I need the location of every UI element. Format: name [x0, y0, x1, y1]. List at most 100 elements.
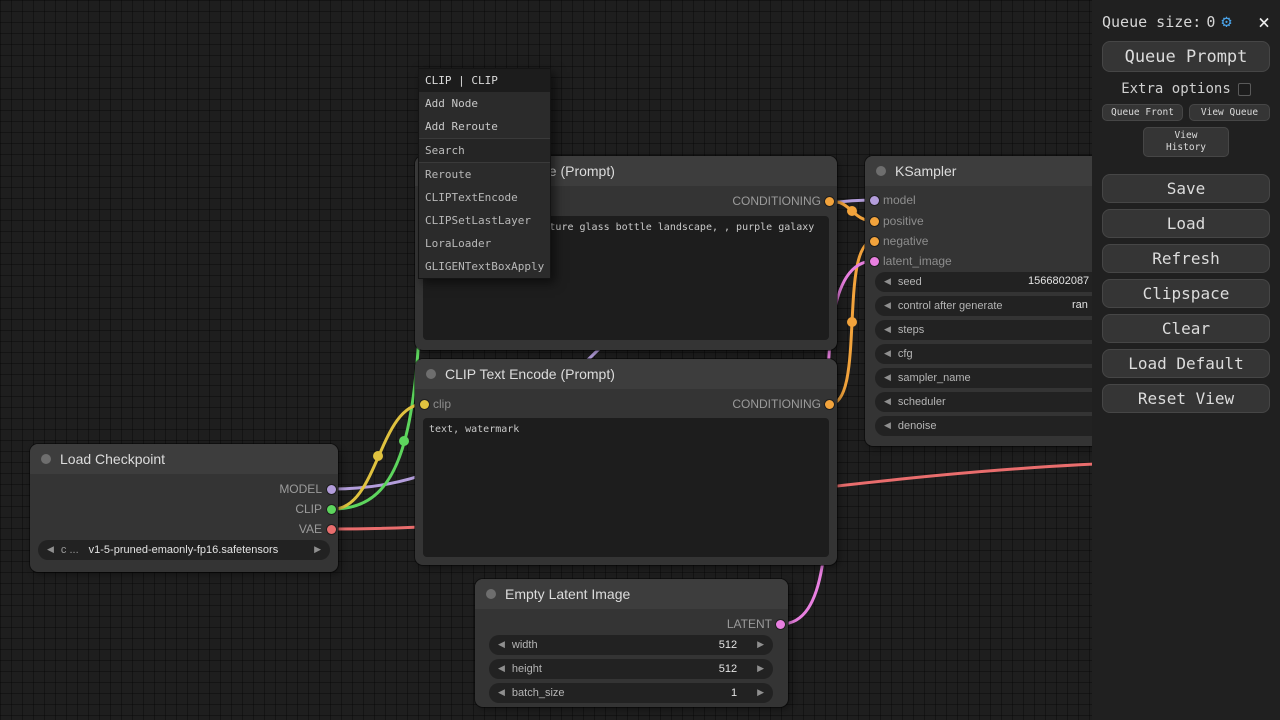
output-dot-conditioning[interactable]	[825, 197, 834, 206]
context-menu-add-reroute[interactable]: Add Reroute	[419, 115, 550, 138]
input-dot-clip[interactable]	[420, 400, 429, 409]
refresh-button[interactable]: Refresh	[1102, 244, 1270, 273]
node-title: KSampler	[895, 163, 956, 179]
extra-options-label: Extra options	[1121, 81, 1231, 97]
output-label-clip: CLIP	[295, 502, 322, 516]
widget-next-icon[interactable]: ▶	[757, 664, 764, 674]
output-dot-latent[interactable]	[776, 620, 785, 629]
node-title: Load Checkpoint	[60, 451, 165, 467]
context-menu: CLIP | CLIP Add Node Add Reroute Search …	[418, 68, 551, 279]
save-button[interactable]: Save	[1102, 174, 1270, 203]
node-load-checkpoint[interactable]: Load Checkpoint MODEL CLIP VAE ◀ c ... v…	[30, 444, 338, 572]
widget-prev-icon[interactable]: ◀	[884, 373, 891, 383]
widget-label: denoise	[898, 420, 937, 432]
input-label-positive: positive	[883, 214, 924, 228]
widget-prev-icon[interactable]: ◀	[498, 688, 505, 698]
input-dot-model[interactable]	[870, 196, 879, 205]
widget-label: width	[512, 639, 538, 651]
widget-value: ran	[1072, 299, 1088, 311]
load-button[interactable]: Load	[1102, 209, 1270, 238]
clear-button[interactable]: Clear	[1102, 314, 1270, 343]
input-dot-positive[interactable]	[870, 217, 879, 226]
output-dot-conditioning[interactable]	[825, 400, 834, 409]
output-dot-vae[interactable]	[327, 525, 336, 534]
output-label-conditioning: CONDITIONING	[732, 397, 821, 411]
extra-options-checkbox[interactable]	[1238, 83, 1251, 96]
node-status-dot	[486, 589, 496, 599]
widget-batch-size[interactable]: ◀ batch_size 1 ▶	[489, 683, 773, 703]
widget-prev-icon[interactable]: ◀	[498, 640, 505, 650]
output-label-conditioning: CONDITIONING	[732, 194, 821, 208]
view-queue-button[interactable]: View Queue	[1189, 104, 1270, 121]
context-menu-entry-cliptextencode[interactable]: CLIPTextEncode	[419, 186, 550, 209]
widget-prev-icon[interactable]: ◀	[884, 349, 891, 359]
context-menu-entry-clipsetlastlayer[interactable]: CLIPSetLastLayer	[419, 209, 550, 232]
clipspace-button[interactable]: Clipspace	[1102, 279, 1270, 308]
widget-prev-icon[interactable]: ◀	[884, 421, 891, 431]
input-label-model: model	[883, 193, 916, 207]
link-midpoint-dot[interactable]	[847, 317, 857, 327]
widget-value: 1566802087	[1028, 275, 1089, 287]
node-status-dot	[426, 369, 436, 379]
widget-next-icon[interactable]: ▶	[757, 688, 764, 698]
context-menu-search[interactable]: Search	[419, 138, 550, 163]
node-empty-latent-image[interactable]: Empty Latent Image LATENT ◀ width 512 ▶ …	[475, 579, 788, 707]
widget-next-icon[interactable]: ▶	[314, 545, 321, 555]
queue-prompt-button[interactable]: Queue Prompt	[1102, 41, 1270, 72]
widget-ckpt-name[interactable]: ◀ c ... v1-5-pruned-emaonly-fp16.safeten…	[38, 540, 330, 560]
view-history-button[interactable]: View History	[1143, 127, 1229, 157]
widget-label: c ...	[61, 544, 79, 556]
widget-label: batch_size	[512, 687, 565, 699]
link-clip-to-positive	[333, 205, 422, 509]
output-dot-clip[interactable]	[327, 505, 336, 514]
context-menu-add-node[interactable]: Add Node	[419, 92, 550, 115]
input-label-negative: negative	[883, 234, 928, 248]
node-header[interactable]: Load Checkpoint	[30, 444, 338, 474]
output-label-vae: VAE	[299, 522, 322, 536]
negative-prompt-textarea[interactable]: text, watermark	[423, 418, 829, 557]
node-header[interactable]: CLIP Text Encode (Prompt)	[415, 359, 837, 389]
queue-front-button[interactable]: Queue Front	[1102, 104, 1183, 121]
widget-next-icon[interactable]: ▶	[757, 640, 764, 650]
widget-label: cfg	[898, 348, 913, 360]
widget-value: 512	[719, 663, 757, 675]
input-label-clip: clip	[433, 397, 451, 411]
input-dot-negative[interactable]	[870, 237, 879, 246]
link-midpoint-dot[interactable]	[399, 436, 409, 446]
widget-prev-icon[interactable]: ◀	[884, 397, 891, 407]
widget-label: seed	[898, 276, 922, 288]
link-midpoint-dot[interactable]	[847, 206, 857, 216]
widget-value: 1	[731, 687, 757, 699]
load-default-button[interactable]: Load Default	[1102, 349, 1270, 378]
input-dot-latent-image[interactable]	[870, 257, 879, 266]
output-dot-model[interactable]	[327, 485, 336, 494]
reset-view-button[interactable]: Reset View	[1102, 384, 1270, 413]
widget-prev-icon[interactable]: ◀	[884, 277, 891, 287]
widget-label: control after generate	[898, 300, 1003, 312]
widget-prev-icon[interactable]: ◀	[884, 325, 891, 335]
settings-gear-icon[interactable]: ⚙	[1221, 12, 1231, 32]
node-title: CLIP Text Encode (Prompt)	[445, 366, 615, 382]
context-menu-entry-reroute[interactable]: Reroute	[419, 163, 550, 186]
widget-value: 512	[719, 639, 757, 651]
node-header[interactable]: Empty Latent Image	[475, 579, 788, 609]
widget-label: scheduler	[898, 396, 946, 408]
widget-prev-icon[interactable]: ◀	[884, 301, 891, 311]
widget-prev-icon[interactable]: ◀	[47, 545, 54, 555]
context-menu-entry-gligentextboxapply[interactable]: GLIGENTextBoxApply	[419, 255, 550, 278]
comfy-menu: Queue size: 0 ⚙ × Queue Prompt Extra opt…	[1092, 0, 1280, 720]
widget-width[interactable]: ◀ width 512 ▶	[489, 635, 773, 655]
widget-prev-icon[interactable]: ◀	[498, 664, 505, 674]
link-midpoint-dot[interactable]	[373, 451, 383, 461]
close-icon[interactable]: ×	[1258, 12, 1270, 32]
context-menu-entry-loraloader[interactable]: LoraLoader	[419, 232, 550, 255]
widget-height[interactable]: ◀ height 512 ▶	[489, 659, 773, 679]
input-label-latent-image: latent_image	[883, 254, 952, 268]
queue-size-label: Queue size:	[1102, 13, 1201, 31]
context-menu-title: CLIP | CLIP	[419, 69, 550, 92]
widget-label: sampler_name	[898, 372, 971, 384]
node-clip-text-encode-2[interactable]: CLIP Text Encode (Prompt) clip CONDITION…	[415, 359, 837, 565]
output-label-model: MODEL	[279, 482, 322, 496]
node-title: Empty Latent Image	[505, 586, 630, 602]
output-label-latent: LATENT	[727, 617, 772, 631]
